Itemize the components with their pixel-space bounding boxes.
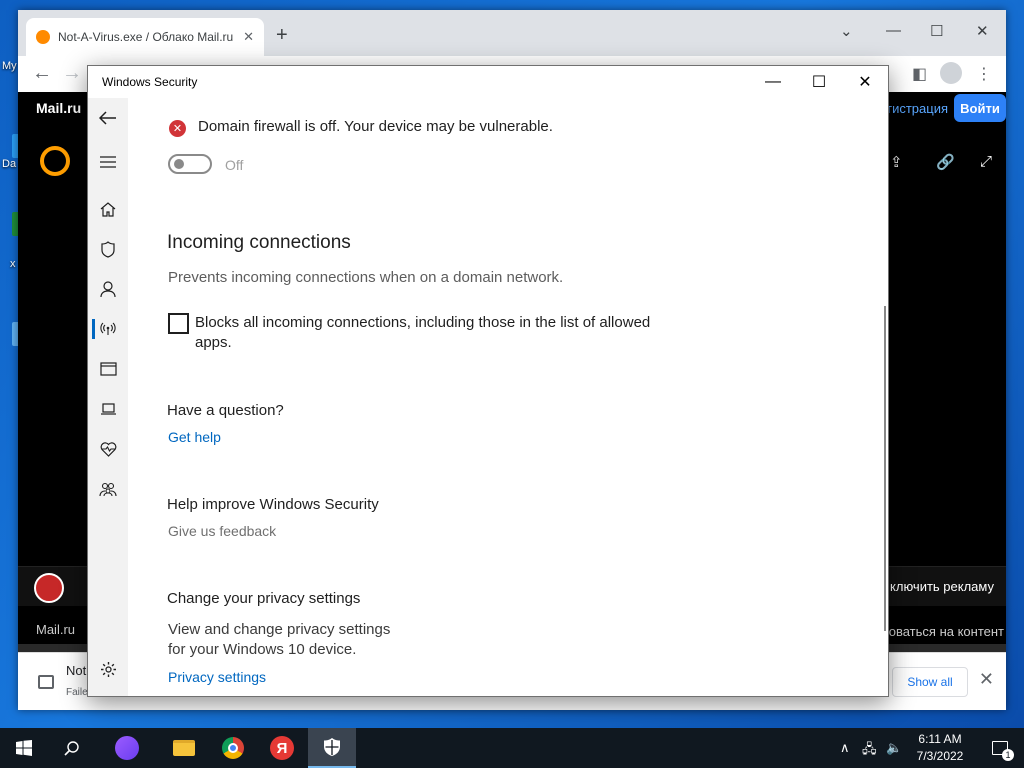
cloud-logo-icon[interactable] bbox=[40, 146, 70, 176]
privacy-heading: Change your privacy settings bbox=[167, 590, 361, 607]
clock-time: 6:11 AM bbox=[918, 732, 962, 746]
disable-ads-link[interactable]: ключить рекламу bbox=[890, 579, 994, 594]
vertical-scrollbar[interactable] bbox=[884, 306, 886, 631]
firewall-toggle-switch[interactable] bbox=[168, 154, 212, 174]
fullscreen-icon[interactable]: ⤢ bbox=[980, 153, 992, 170]
account-icon[interactable] bbox=[88, 274, 128, 304]
desktop-icon-label[interactable]: x bbox=[10, 258, 16, 270]
alice-assistant-icon[interactable] bbox=[103, 728, 151, 768]
privacy-description: View and change privacy settings for you… bbox=[168, 621, 391, 658]
windows-security-taskbar-icon[interactable] bbox=[308, 728, 356, 768]
download-filename[interactable]: Not bbox=[66, 663, 86, 678]
start-button[interactable] bbox=[0, 728, 48, 768]
show-all-button[interactable]: Show all bbox=[892, 667, 968, 697]
file-icon bbox=[38, 675, 54, 689]
clock[interactable]: 6:11 AM 7/3/2022 bbox=[900, 731, 980, 765]
give-feedback-link[interactable]: Give us feedback bbox=[168, 523, 276, 539]
windows-security-window: Windows Security — ☐ ✕ ✕ Domain firewall… bbox=[87, 65, 889, 697]
action-center-icon[interactable]: 1 bbox=[976, 728, 1024, 768]
show-hidden-icons-chevron-icon[interactable]: ∧ bbox=[840, 740, 850, 756]
search-icon[interactable] bbox=[48, 728, 96, 768]
cloud-favicon-icon bbox=[36, 30, 50, 44]
network-icon[interactable]: 🖧 bbox=[862, 740, 877, 762]
close-download-shelf-icon[interactable]: ✕ bbox=[979, 669, 994, 690]
footer-logo[interactable]: Mail.ru bbox=[36, 622, 75, 637]
settings-gear-icon[interactable] bbox=[88, 654, 128, 684]
help-improve-heading: Help improve Windows Security bbox=[167, 496, 379, 513]
firewall-domain-network-page: ✕ Domain firewall is off. Your device ma… bbox=[128, 98, 886, 696]
ad-avatar[interactable] bbox=[34, 573, 64, 603]
tab-close-icon[interactable]: ✕ bbox=[243, 29, 254, 45]
upload-icon[interactable]: ⇪ bbox=[890, 153, 903, 171]
firewall-network-icon[interactable] bbox=[88, 314, 128, 344]
taskbar: Я ∧ 🖧 🔈 6:11 AM 7/3/2022 1 bbox=[0, 728, 1024, 768]
footer-link[interactable]: оваться на контент bbox=[889, 624, 1004, 639]
yandex-browser-icon[interactable]: Я bbox=[258, 728, 306, 768]
hamburger-menu-icon[interactable] bbox=[88, 147, 128, 177]
chrome-icon[interactable] bbox=[209, 728, 257, 768]
desktop-icon-label[interactable]: My bbox=[2, 60, 17, 72]
close-icon[interactable]: ✕ bbox=[842, 70, 888, 94]
clock-date: 7/3/2022 bbox=[916, 749, 964, 763]
device-health-icon[interactable] bbox=[88, 434, 128, 464]
block-incoming-checkbox[interactable] bbox=[168, 313, 189, 334]
register-link[interactable]: гистрация bbox=[887, 101, 948, 116]
kebab-menu-icon[interactable]: ⋮ bbox=[976, 64, 992, 84]
shield-icon[interactable] bbox=[88, 234, 128, 264]
back-arrow-icon[interactable] bbox=[88, 103, 128, 133]
browser-tab[interactable]: Not-A-Virus.exe / Облако Mail.ru ✕ bbox=[26, 18, 264, 56]
block-incoming-label[interactable]: Blocks all incoming connections, includi… bbox=[195, 313, 675, 353]
maximize-icon[interactable]: ☐ bbox=[930, 22, 943, 40]
forward-arrow-icon[interactable]: → bbox=[62, 62, 82, 85]
error-x-icon: ✕ bbox=[169, 120, 186, 137]
title-bar: Windows Security — ☐ ✕ bbox=[88, 66, 888, 98]
desktop-icon-label[interactable]: Da bbox=[2, 158, 16, 170]
home-icon[interactable] bbox=[88, 194, 128, 224]
browser-tab-strip: Not-A-Virus.exe / Облако Mail.ru ✕ + ⌄ —… bbox=[18, 10, 1006, 56]
new-tab-button[interactable]: + bbox=[276, 24, 288, 47]
close-window-icon[interactable]: ✕ bbox=[976, 22, 989, 40]
navigation-sidebar bbox=[88, 98, 128, 696]
firewall-status-message: Domain firewall is off. Your device may … bbox=[198, 118, 553, 135]
tab-search-chevron-icon[interactable]: ⌄ bbox=[840, 22, 853, 40]
privacy-settings-link[interactable]: Privacy settings bbox=[168, 669, 266, 685]
app-browser-icon[interactable] bbox=[88, 354, 128, 384]
mail-logo[interactable]: Mail.ru bbox=[36, 100, 81, 116]
windows-logo-icon bbox=[16, 740, 32, 756]
tab-title: Not-A-Virus.exe / Облако Mail.ru bbox=[58, 30, 234, 44]
window-title: Windows Security bbox=[102, 75, 198, 89]
minimize-icon[interactable]: — bbox=[750, 70, 796, 94]
link-icon[interactable]: 🔗 bbox=[936, 153, 955, 171]
login-button[interactable]: Войти bbox=[954, 94, 1006, 122]
download-status: Faile bbox=[66, 687, 88, 698]
toggle-state-label: Off bbox=[225, 157, 244, 173]
incoming-connections-description: Prevents incoming connections when on a … bbox=[168, 269, 564, 286]
incoming-connections-heading: Incoming connections bbox=[167, 232, 351, 253]
file-explorer-icon[interactable] bbox=[160, 728, 208, 768]
family-icon[interactable] bbox=[88, 474, 128, 504]
minimize-icon[interactable]: — bbox=[886, 22, 901, 39]
notification-badge: 1 bbox=[1002, 749, 1014, 761]
device-laptop-icon[interactable] bbox=[88, 394, 128, 424]
back-arrow-icon[interactable]: ← bbox=[32, 62, 52, 85]
get-help-link[interactable]: Get help bbox=[168, 429, 221, 445]
profile-avatar-icon[interactable] bbox=[940, 62, 962, 84]
question-heading: Have a question? bbox=[167, 402, 284, 419]
maximize-icon[interactable]: ☐ bbox=[796, 70, 842, 94]
reading-list-icon[interactable]: ◧ bbox=[912, 64, 927, 84]
